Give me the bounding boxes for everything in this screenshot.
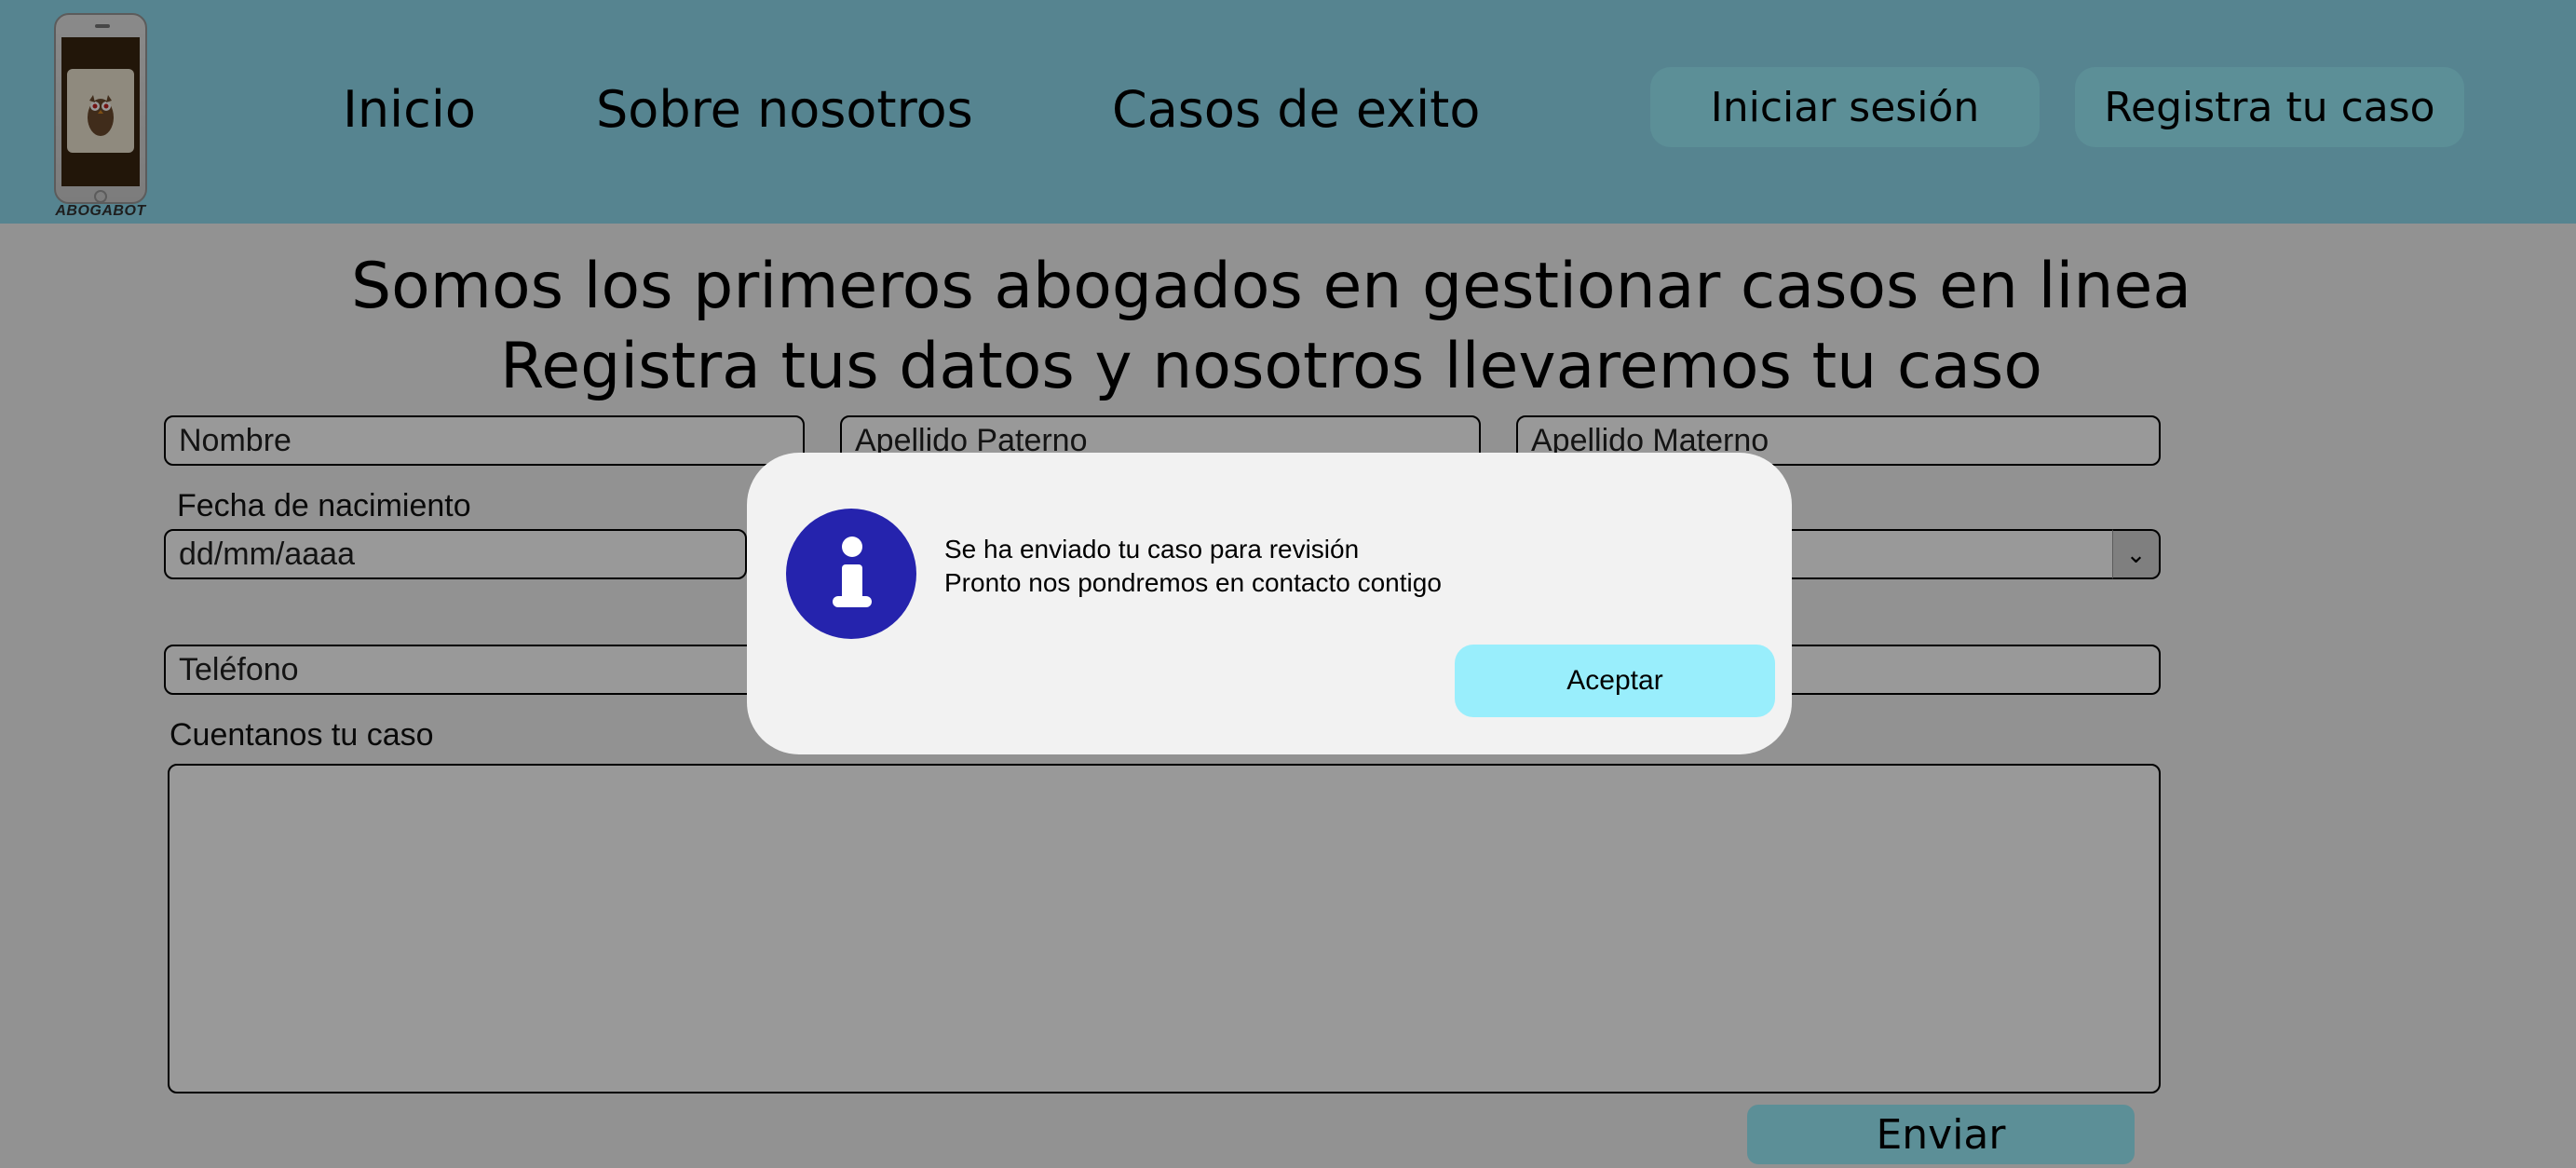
confirmation-dialog: Se ha enviado tu caso para revisión Pron… [747,453,1792,754]
dialog-message-line2: Pronto nos pondremos en contacto contigo [944,568,1442,597]
info-icon-base [833,596,872,607]
info-icon [786,509,916,639]
accept-button[interactable]: Aceptar [1455,645,1775,717]
info-icon-dot [842,536,862,557]
dialog-message-line1: Se ha enviado tu caso para revisión [944,535,1360,564]
